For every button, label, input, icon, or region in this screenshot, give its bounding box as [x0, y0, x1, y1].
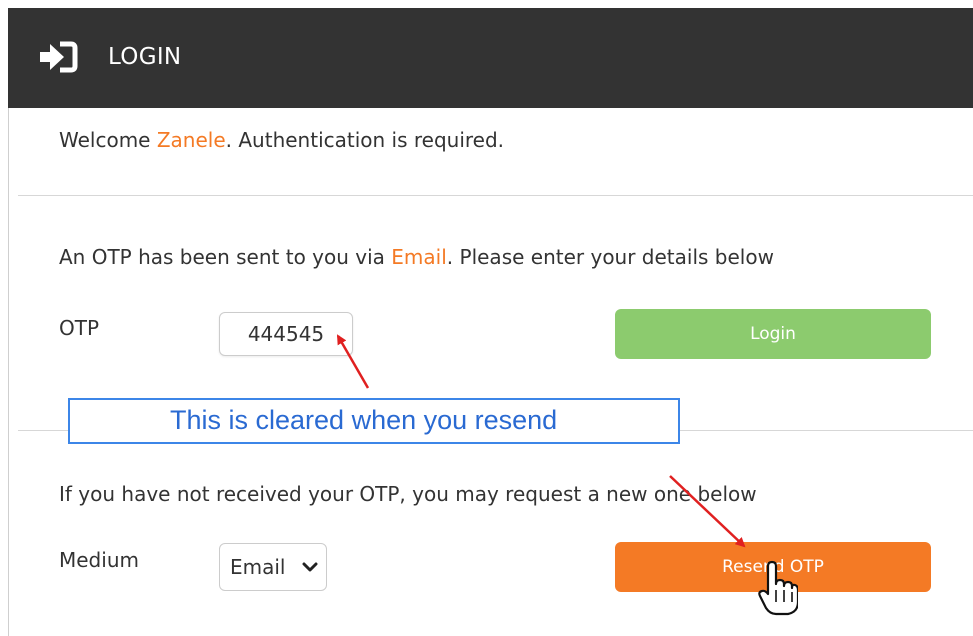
- annotation-text: This is cleared when you resend: [170, 405, 558, 435]
- otp-input[interactable]: [219, 312, 353, 356]
- header-title: LOGIN: [108, 44, 182, 70]
- welcome-message: Welcome Zanele. Authentication is requir…: [59, 128, 505, 152]
- medium-label: Medium: [59, 548, 139, 572]
- annotation-box: This is cleared when you resend: [68, 398, 680, 444]
- otp-notice: An OTP has been sent to you via Email. P…: [59, 245, 774, 269]
- login-button[interactable]: Login: [615, 309, 931, 359]
- login-header: LOGIN: [8, 8, 973, 108]
- otp-channel: Email: [391, 245, 447, 269]
- medium-selected: Email: [230, 555, 286, 579]
- otp-label: OTP: [59, 316, 100, 340]
- chevron-down-icon: [302, 562, 318, 572]
- user-name: Zanele: [156, 128, 226, 152]
- login-icon: [40, 41, 78, 73]
- divider: [18, 195, 973, 196]
- hand-cursor-icon: [758, 560, 798, 616]
- resend-notice: If you have not received your OTP, you m…: [59, 482, 757, 506]
- medium-select[interactable]: Email: [219, 543, 327, 591]
